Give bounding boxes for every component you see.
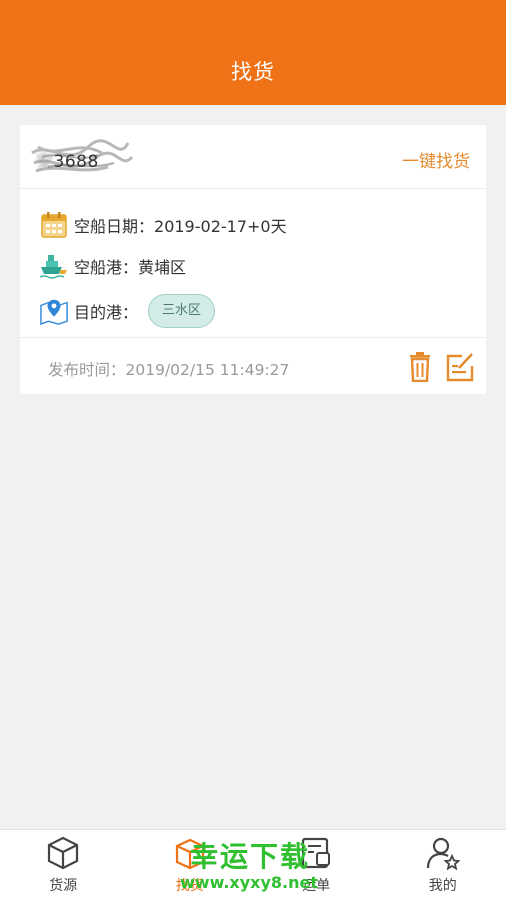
- tab-label: 运单: [302, 878, 331, 894]
- trash-icon[interactable]: [406, 352, 434, 383]
- dest-label: 目的港：: [74, 303, 139, 322]
- publish-value: 2019/02/15 11:49:27: [125, 361, 290, 379]
- box-icon: [175, 838, 204, 870]
- map-pin-icon: [40, 297, 68, 325]
- publish-time: 发布时间：2019/02/15 11:49:27: [48, 358, 289, 380]
- page-title: 找货: [231, 60, 275, 84]
- cargo-card: 安3688 一键找货 空船日期： 2019-02-17+0天 空船港： 黄埔区 …: [20, 125, 486, 394]
- publish-label: 发布时间：: [48, 361, 126, 379]
- tab-mine[interactable]: 我的: [380, 830, 506, 900]
- tab-label: 我的: [428, 878, 457, 894]
- bottom-tabbar: 货源 找货 运单 我的: [0, 829, 506, 900]
- tab-label: 找货: [175, 878, 204, 894]
- date-label: 空船日期：: [74, 217, 155, 236]
- date-value: 2019-02-17+0天: [154, 217, 287, 236]
- tab-find-cargo[interactable]: 找货: [127, 830, 254, 900]
- user-icon: [426, 837, 460, 870]
- port-label: 空船港：: [74, 258, 139, 277]
- tab-cargo-source[interactable]: 货源: [0, 830, 127, 900]
- one-key-find-button[interactable]: 一键找货: [402, 147, 470, 172]
- dest-tag: 三水区: [148, 294, 216, 328]
- edit-icon[interactable]: [446, 352, 474, 382]
- tab-label: 货源: [49, 878, 78, 894]
- app-header: 找货: [0, 0, 506, 105]
- owner-name: 安3688: [36, 147, 99, 172]
- calendar-icon: [40, 211, 68, 239]
- empty-date-row: 空船日期： 2019-02-17+0天: [40, 210, 287, 240]
- tab-waybill[interactable]: 运单: [253, 830, 380, 900]
- name-suffix: 3688: [53, 152, 99, 172]
- waybill-icon: [302, 837, 331, 869]
- destination-row: 目的港： 三水区: [40, 291, 216, 331]
- masked-prefix: 安: [36, 152, 54, 172]
- card-footer: 发布时间：2019/02/15 11:49:27: [20, 337, 486, 394]
- port-value: 黄埔区: [138, 258, 187, 277]
- cube-icon: [48, 836, 79, 870]
- card-header: 安3688 一键找货: [20, 125, 486, 189]
- empty-port-row: 空船港： 黄埔区: [40, 251, 186, 281]
- ship-icon: [40, 252, 68, 280]
